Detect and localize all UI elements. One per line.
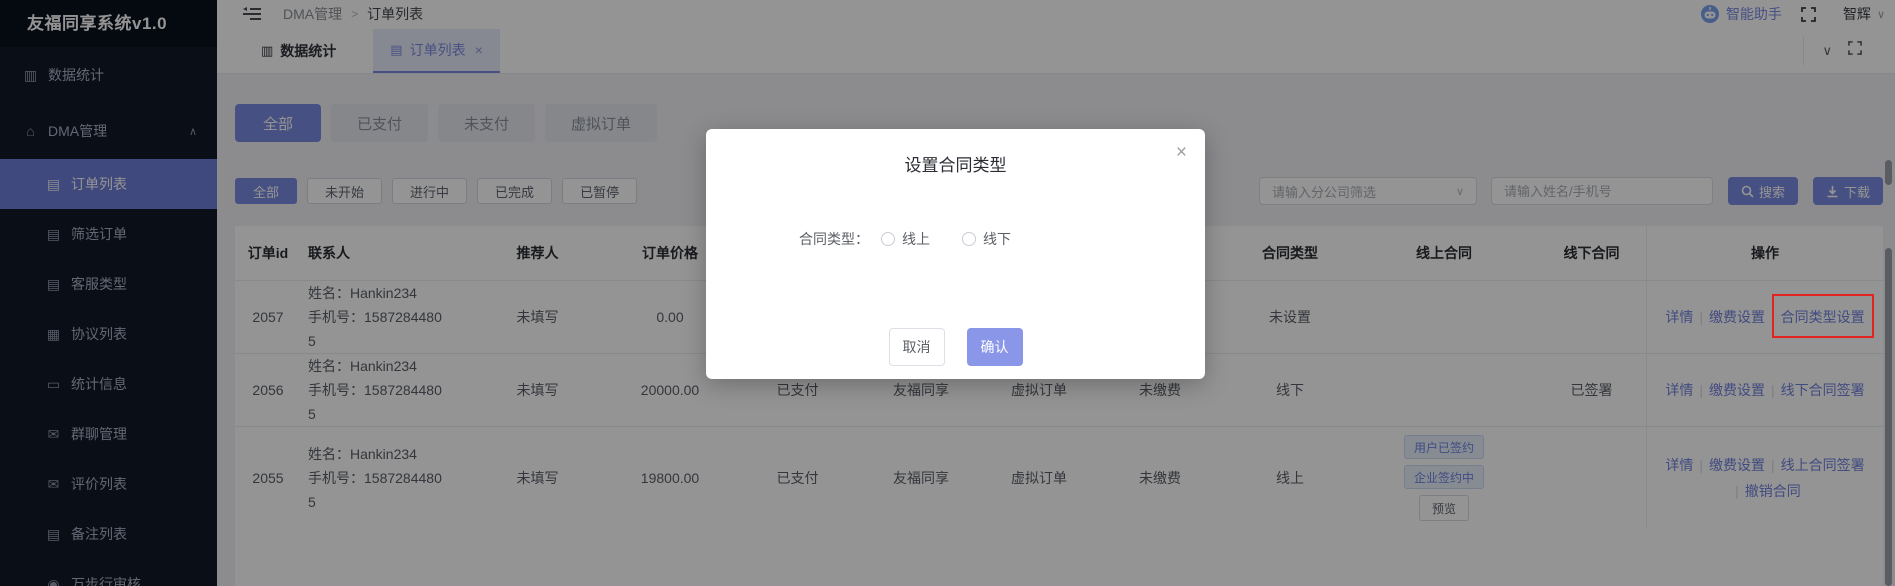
radio-option-0[interactable]: 线上 xyxy=(881,229,930,249)
modal-title: 设置合同类型 xyxy=(706,151,1205,176)
radio-option-1[interactable]: 线下 xyxy=(962,229,1011,249)
close-icon[interactable]: × xyxy=(1176,143,1187,162)
contract-type-modal: 设置合同类型 × 合同类型： 线上 线下 取消 确认 xyxy=(706,129,1205,379)
confirm-button[interactable]: 确认 xyxy=(967,328,1023,366)
radio-label: 线上 xyxy=(902,229,930,249)
app-window: 友福同享系统v1.0 ▥数据统计⌂DMA管理∧▤订单列表▤筛选订单▤客服类型▦协… xyxy=(0,0,1895,586)
modal-footer: 取消 确认 xyxy=(706,328,1205,366)
radio-circle-icon xyxy=(962,232,976,246)
radio-circle-icon xyxy=(881,232,895,246)
contract-type-form: 合同类型： 线上 线下 xyxy=(799,229,1011,249)
contract-type-radios: 线上 线下 xyxy=(869,229,1011,249)
radio-label: 线下 xyxy=(983,229,1011,249)
contract-type-label: 合同类型： xyxy=(799,229,869,249)
cancel-button[interactable]: 取消 xyxy=(889,328,945,366)
